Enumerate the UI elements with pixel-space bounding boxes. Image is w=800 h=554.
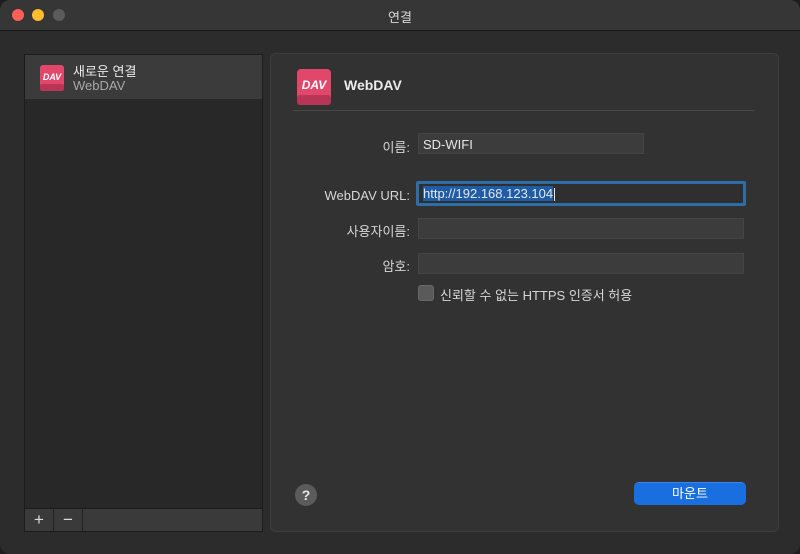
username-field[interactable] xyxy=(418,218,744,239)
mount-button[interactable]: 마운트 xyxy=(634,482,746,505)
allow-untrusted-https-checkbox[interactable] xyxy=(418,285,434,301)
name-label: 이름: xyxy=(382,140,410,155)
window-title: 연결 xyxy=(388,10,412,25)
svg-text:DAV: DAV xyxy=(43,72,62,82)
password-field[interactable] xyxy=(418,253,744,274)
url-field-value: http://192.168.123.104 xyxy=(423,186,554,201)
url-label: WebDAV URL: xyxy=(324,188,411,203)
text-caret xyxy=(554,188,556,202)
connection-list: DAV 새로운 연결 WebDAV xyxy=(24,54,263,510)
username-label: 사용자이름: xyxy=(346,224,410,239)
add-connection-button[interactable]: + xyxy=(25,509,54,531)
remove-connection-button[interactable]: − xyxy=(54,509,83,531)
connection-list-toolbar: + − xyxy=(24,508,263,532)
connection-type: WebDAV xyxy=(73,78,126,93)
panel-title: WebDAV xyxy=(344,77,402,93)
name-field[interactable]: SD-WIFI xyxy=(418,133,644,154)
divider xyxy=(293,110,754,111)
window: 연결 DAV 새로운 연결 WebDAV + − DAV WebDAV 이름: … xyxy=(0,0,800,554)
svg-text:DAV: DAV xyxy=(302,78,327,92)
url-field[interactable]: http://192.168.123.104 xyxy=(416,181,746,206)
webdav-disk-icon: DAV xyxy=(39,64,65,97)
connection-list-item[interactable]: DAV 새로운 연결 WebDAV xyxy=(25,55,262,99)
titlebar: 연결 xyxy=(0,0,800,31)
password-label: 암호: xyxy=(382,259,410,274)
webdav-disk-icon: DAV xyxy=(296,68,332,111)
allow-untrusted-https-label[interactable]: 신뢰할 수 없는 HTTPS 인증서 허용 xyxy=(440,285,632,304)
help-button[interactable]: ? xyxy=(295,484,317,506)
